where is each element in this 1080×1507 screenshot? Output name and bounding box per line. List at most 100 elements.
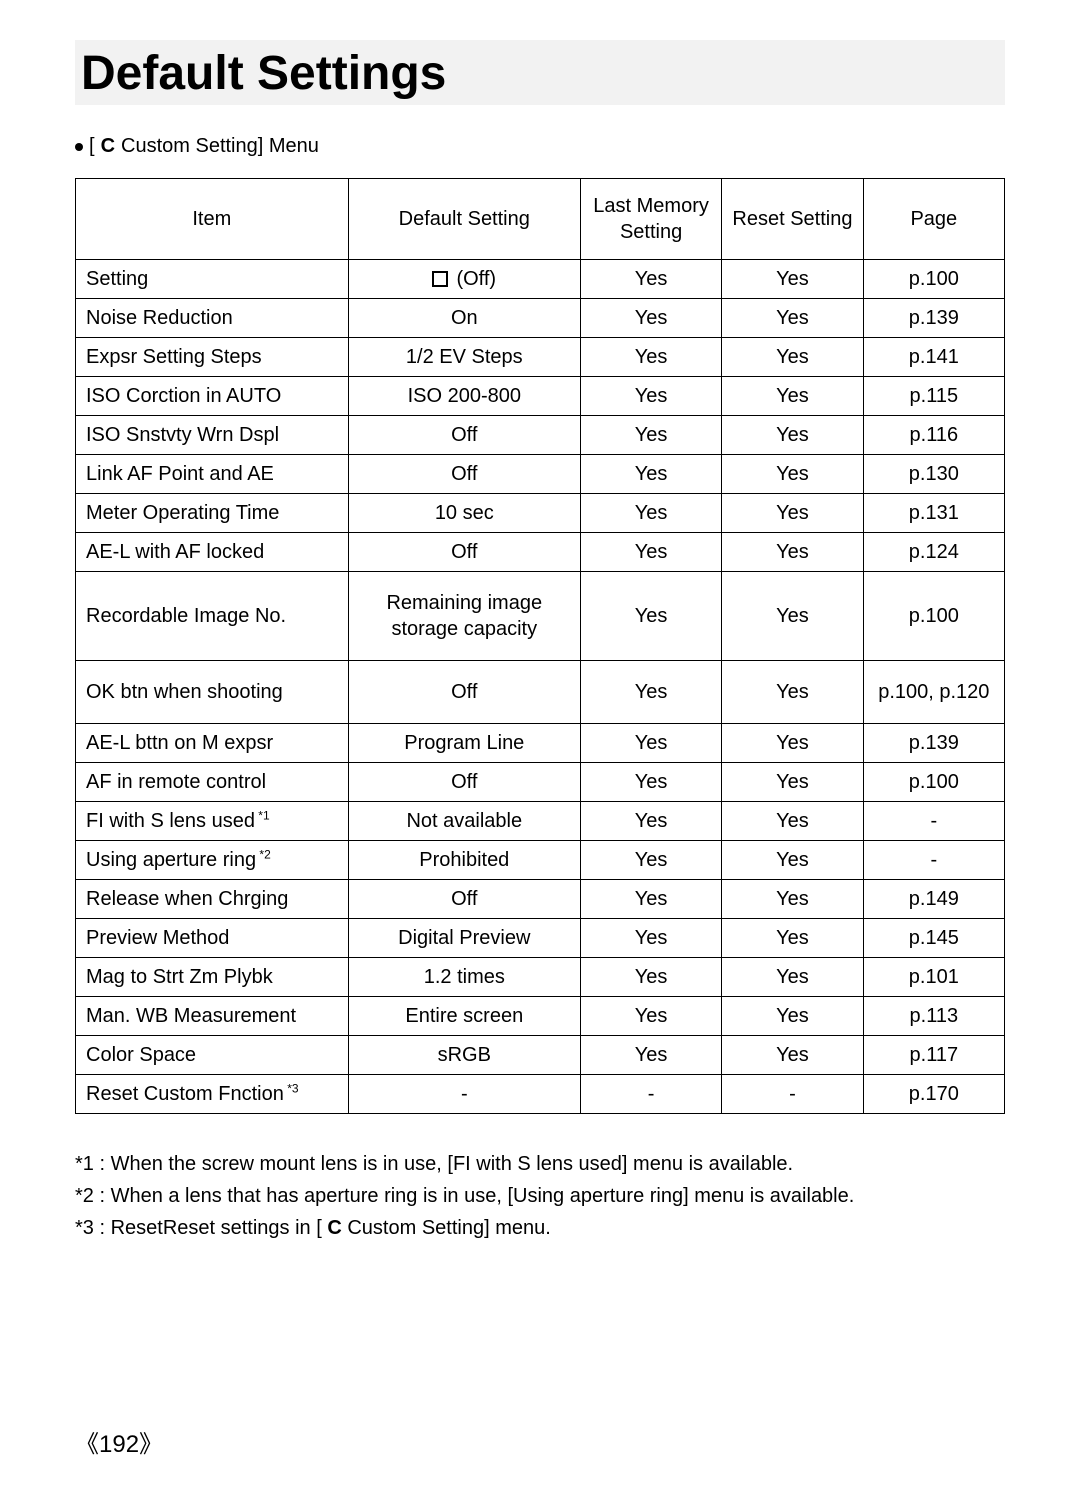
custom-setting-icon: C [101, 135, 115, 158]
cell-default: Off [348, 880, 580, 919]
cell-default: Off [348, 416, 580, 455]
cell-reset: Yes [722, 802, 863, 841]
cell-reset: Yes [722, 841, 863, 880]
table-row: AF in remote controlOffYesYesp.100 [76, 763, 1005, 802]
cell-item: Color Space [76, 1036, 349, 1075]
cell-last-memory: Yes [580, 661, 721, 724]
cell-default: Off [348, 661, 580, 724]
cell-last-memory: Yes [580, 724, 721, 763]
table-row: Color SpacesRGBYesYesp.117 [76, 1036, 1005, 1075]
cell-default: ISO 200-800 [348, 377, 580, 416]
header-page: Page [863, 179, 1004, 260]
cell-last-memory: Yes [580, 997, 721, 1036]
cell-last-memory: Yes [580, 919, 721, 958]
cell-item: AF in remote control [76, 763, 349, 802]
cell-item: Setting [76, 260, 349, 299]
menu-breadcrumb: [ C Custom Setting] Menu [75, 135, 1005, 158]
cell-item: AE-L with AF locked [76, 533, 349, 572]
table-row: FI with S lens used *1Not availableYesYe… [76, 802, 1005, 841]
footnote-1: *1 : When the screw mount lens is in use… [75, 1148, 1005, 1180]
cell-last-memory: Yes [580, 802, 721, 841]
cell-item: OK btn when shooting [76, 661, 349, 724]
settings-table: Item Default Setting Last Memory Setting… [75, 178, 1005, 1114]
cell-last-memory: Yes [580, 763, 721, 802]
cell-default: Not available [348, 802, 580, 841]
cell-item: Using aperture ring *2 [76, 841, 349, 880]
cell-page: p.149 [863, 880, 1004, 919]
cell-page: p.117 [863, 1036, 1004, 1075]
footnotes: *1 : When the screw mount lens is in use… [75, 1148, 1005, 1244]
page: Default Settings [ C Custom Setting] Men… [0, 0, 1080, 1244]
cell-page: p.130 [863, 455, 1004, 494]
cell-item: ISO Snstvty Wrn Dspl [76, 416, 349, 455]
cell-page: p.100 [863, 572, 1004, 661]
cell-page: p.124 [863, 533, 1004, 572]
cell-default: On [348, 299, 580, 338]
cell-default: Program Line [348, 724, 580, 763]
table-row: Recordable Image No.Remaining image stor… [76, 572, 1005, 661]
table-row: Link AF Point and AEOffYesYesp.130 [76, 455, 1005, 494]
cell-default-text: (Off) [456, 268, 496, 290]
cell-reset: Yes [722, 1036, 863, 1075]
table-row: Preview MethodDigital PreviewYesYesp.145 [76, 919, 1005, 958]
cell-default: (Off) [348, 260, 580, 299]
table-row: Expsr Setting Steps1/2 EV StepsYesYesp.1… [76, 338, 1005, 377]
cell-last-memory: Yes [580, 1036, 721, 1075]
cell-last-memory: Yes [580, 572, 721, 661]
table-row: Using aperture ring *2ProhibitedYesYes- [76, 841, 1005, 880]
cell-last-memory: Yes [580, 958, 721, 997]
cell-last-memory: Yes [580, 377, 721, 416]
cell-default: 1.2 times [348, 958, 580, 997]
cell-last-memory: Yes [580, 416, 721, 455]
table-row: ISO Corction in AUTOISO 200-800YesYesp.1… [76, 377, 1005, 416]
cell-item: Noise Reduction [76, 299, 349, 338]
cell-default: Remaining image storage capacity [348, 572, 580, 661]
table-row: Release when ChrgingOffYesYesp.149 [76, 880, 1005, 919]
cell-last-memory: Yes [580, 299, 721, 338]
cell-page: p.131 [863, 494, 1004, 533]
cell-default: Entire screen [348, 997, 580, 1036]
cell-item: Release when Chrging [76, 880, 349, 919]
header-default: Default Setting [348, 179, 580, 260]
header-reset: Reset Setting [722, 179, 863, 260]
cell-reset: Yes [722, 494, 863, 533]
table-row: Meter Operating Time10 secYesYesp.131 [76, 494, 1005, 533]
cell-page: p.139 [863, 724, 1004, 763]
cell-page: p.100 [863, 260, 1004, 299]
header-item: Item [76, 179, 349, 260]
cell-reset: Yes [722, 763, 863, 802]
table-row: Man. WB MeasurementEntire screenYesYesp.… [76, 997, 1005, 1036]
cell-reset: Yes [722, 997, 863, 1036]
cell-reset: Yes [722, 260, 863, 299]
cell-item: Expsr Setting Steps [76, 338, 349, 377]
table-row: Noise ReductionOnYesYesp.139 [76, 299, 1005, 338]
cell-default: Prohibited [348, 841, 580, 880]
custom-setting-icon: C [327, 1217, 341, 1239]
cell-reset: Yes [722, 919, 863, 958]
footnote-2: *2 : When a lens that has aperture ring … [75, 1180, 1005, 1212]
cell-page: p.115 [863, 377, 1004, 416]
menu-label-suffix: Custom Setting] Menu [121, 135, 319, 158]
cell-last-memory: - [580, 1075, 721, 1114]
cell-page: p.113 [863, 997, 1004, 1036]
cell-last-memory: Yes [580, 841, 721, 880]
footnote-marker: *1 [255, 808, 270, 822]
cell-last-memory: Yes [580, 494, 721, 533]
table-row: AE-L bttn on M expsrProgram LineYesYesp.… [76, 724, 1005, 763]
cell-item: Link AF Point and AE [76, 455, 349, 494]
table-row: ISO Snstvty Wrn DsplOffYesYesp.116 [76, 416, 1005, 455]
cell-page: p.100 [863, 763, 1004, 802]
cell-default: 10 sec [348, 494, 580, 533]
cell-reset: Yes [722, 880, 863, 919]
cell-page: p.139 [863, 299, 1004, 338]
cell-reset: Yes [722, 377, 863, 416]
cell-item: Mag to Strt Zm Plybk [76, 958, 349, 997]
cell-reset: - [722, 1075, 863, 1114]
cell-reset: Yes [722, 724, 863, 763]
footnote-3-suffix: Custom Setting] menu. [342, 1217, 551, 1239]
table-row: Mag to Strt Zm Plybk1.2 timesYesYesp.101 [76, 958, 1005, 997]
footnote-3-prefix: *3 : ResetReset settings in [ [75, 1217, 327, 1239]
cell-reset: Yes [722, 299, 863, 338]
cell-reset: Yes [722, 958, 863, 997]
table-row: AE-L with AF lockedOffYesYesp.124 [76, 533, 1005, 572]
